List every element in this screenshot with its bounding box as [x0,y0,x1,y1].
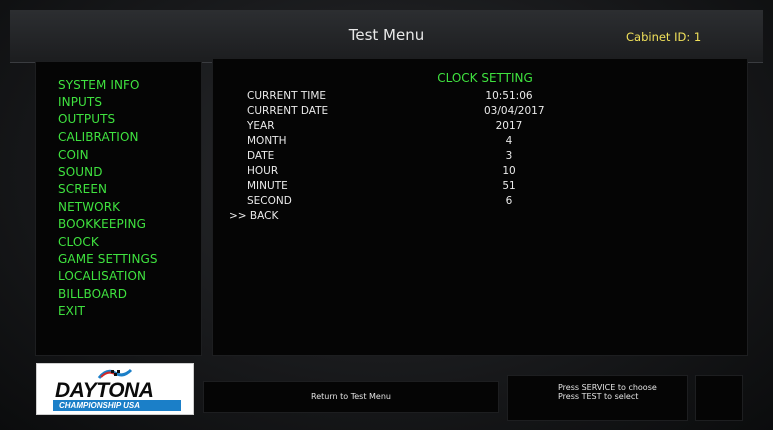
hint-service-text: Press SERVICE to choose [558,383,657,392]
logo-subtitle: CHAMPIONSHIP USA [53,400,181,411]
corner-panel [695,375,743,421]
row-label-minute[interactable]: MINUTE [247,180,288,192]
sidebar-item-outputs[interactable]: OUTPUTS [58,112,115,126]
sidebar-item-inputs[interactable]: INPUTS [58,95,102,109]
row-label-month[interactable]: MONTH [247,135,287,147]
row-value-year: 2017 [495,120,523,132]
sidebar-item-calibration[interactable]: CALIBRATION [58,130,139,144]
sidebar-item-sound[interactable]: SOUND [58,165,103,179]
cabinet-id-label: Cabinet ID: 1 [626,30,702,44]
section-title: CLOCK SETTING [437,71,533,85]
row-value-second: 6 [505,195,513,207]
sidebar-item-exit[interactable]: EXIT [58,304,85,318]
back-option[interactable]: >> BACK [229,210,278,222]
sidebar-item-game-settings[interactable]: GAME SETTINGS [58,252,158,266]
sidebar-item-network[interactable]: NETWORK [58,200,120,214]
sidebar-item-clock[interactable]: CLOCK [58,235,99,249]
daytona-logo: DAYTONA CHAMPIONSHIP USA [36,363,194,415]
row-value-month: 4 [505,135,513,147]
sidebar-item-system-info[interactable]: SYSTEM INFO [58,78,140,92]
row-value-minute: 51 [502,180,516,192]
row-value-current-date: 03/04/2017 [484,105,545,117]
sidebar-item-coin[interactable]: COIN [58,148,89,162]
row-label-hour[interactable]: HOUR [247,165,278,177]
row-value-hour: 10 [502,165,516,177]
row-value-date: 3 [505,150,513,162]
main-panel [212,58,748,356]
row-label-date[interactable]: DATE [247,150,274,162]
sidebar-item-localisation[interactable]: LOCALISATION [58,269,146,283]
hint-test-text: Press TEST to select [558,392,639,401]
return-to-test-menu-button[interactable]: Return to Test Menu [203,381,499,413]
row-value-current-time: 10:51:06 [485,90,533,102]
row-label-year[interactable]: YEAR [247,120,275,132]
sidebar-item-screen[interactable]: SCREEN [58,182,107,196]
sidebar-item-billboard[interactable]: BILLBOARD [58,287,127,301]
row-label-second[interactable]: SECOND [247,195,292,207]
row-label-current-date[interactable]: CURRENT DATE [247,105,328,117]
sidebar-item-bookkeeping[interactable]: BOOKKEEPING [58,217,146,231]
row-label-current-time[interactable]: CURRENT TIME [247,90,326,102]
